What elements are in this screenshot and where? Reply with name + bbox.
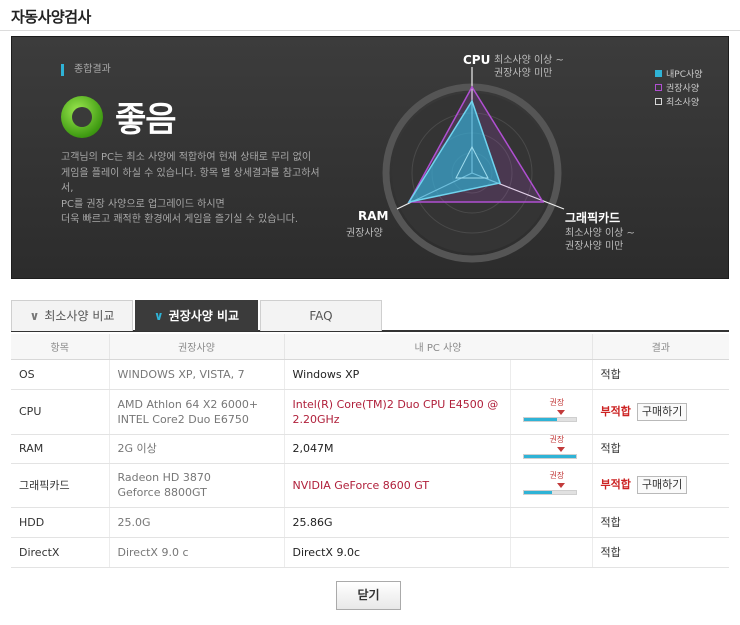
cell-mine: DirectX 9.0c: [283, 537, 510, 568]
radar-axis-note-cpu: 최소사양 이상 ~ 권장사양 미만: [494, 55, 564, 79]
cell-mine: 2,047M: [283, 434, 510, 464]
summary-panel: 종합결과 좋음 고객님의 PC는 최소 사양에 적합하여 현재 상태로 무리 없…: [11, 36, 729, 279]
legend-item-mypc: 내PC사양: [655, 66, 703, 80]
meter-bar: [522, 416, 577, 422]
meter-fill: [523, 491, 553, 494]
result-label: 부적합: [600, 478, 631, 491]
tab-label: FAQ: [309, 309, 333, 323]
table-row: CPU AMD Athlon 64 X2 6000+ INTEL Core2 Du…: [11, 389, 730, 435]
legend-label: 최소사양: [666, 97, 700, 108]
cell-recommended: 25.0G: [108, 507, 284, 538]
page-title: 자동사양검사: [11, 8, 91, 26]
meter-marker-icon: [556, 446, 565, 452]
cell-recommended: DirectX 9.0 c: [108, 537, 284, 568]
cell-result: 부적합 구매하기: [591, 389, 730, 435]
result-label: 적합: [600, 367, 621, 381]
col-header-mine: 내 PC 사양: [283, 334, 593, 360]
legend-label: 내PC사양: [666, 69, 703, 80]
buy-button[interactable]: 구매하기: [636, 476, 688, 494]
tab-label: 권장사양 비교: [168, 309, 240, 323]
title-divider: [0, 30, 740, 31]
result-label: 적합: [600, 442, 621, 455]
cell-meter: [509, 359, 593, 390]
legend-swatch: [655, 69, 662, 77]
tab-label: 최소사양 비교: [44, 309, 115, 323]
cell-meter: 권장: [509, 389, 593, 435]
tab-minimum-spec[interactable]: ∨ 최소사양 비교: [11, 300, 133, 331]
table-row: RAM 2G 이상 2,047M 권장적합: [11, 434, 730, 464]
cell-item: 그래픽카드: [11, 463, 109, 508]
table-row: HDD 25.0G 25.86G 적합: [11, 507, 730, 538]
legend-swatch: [655, 83, 662, 91]
col-header-item: 항목: [11, 334, 109, 360]
legend-item-minimum: 최소사양: [655, 94, 703, 108]
close-button[interactable]: 닫기: [336, 581, 401, 610]
spec-comparison-table: 항목 권장사양 내 PC 사양 결과 OS WINDOWS XP, VISTA, …: [11, 334, 730, 568]
buy-button[interactable]: 구매하기: [636, 402, 688, 421]
radar-axis-note-ram: 권장사양: [346, 228, 383, 239]
col-header-recommended: 권장사양: [108, 334, 284, 360]
result-label: 적합: [600, 515, 621, 529]
cell-item: CPU: [11, 389, 109, 435]
cell-recommended: AMD Athlon 64 X2 6000+ INTEL Core2 Duo E…: [108, 389, 284, 435]
cell-result: 적합: [591, 359, 730, 390]
cell-recommended: Radeon HD 3870 Geforce 8800GT: [108, 463, 284, 508]
cell-mine: 25.86G: [283, 507, 510, 538]
meter-bar: [522, 490, 577, 495]
result-label: 부적합: [600, 404, 631, 418]
result-label: 적합: [600, 545, 621, 559]
cell-item: RAM: [11, 434, 109, 464]
cell-meter: 권장: [509, 434, 593, 464]
radar-axis-label-cpu: CPU: [463, 53, 491, 67]
cell-result: 적합: [591, 537, 730, 568]
table-row: DirectX DirectX 9.0 c DirectX 9.0c 적합: [11, 537, 730, 568]
cell-meter: 권장: [509, 463, 593, 508]
radar-axis-label-graphics: 그래픽카드: [565, 211, 621, 225]
cell-mine: NVIDIA GeForce 8600 GT: [283, 463, 510, 508]
meter-label: 권장: [549, 471, 565, 480]
cell-result: 적합: [591, 507, 730, 538]
cell-result: 적합: [591, 434, 730, 464]
radar-legend: 내PC사양 권장사양 최소사양: [655, 66, 703, 108]
comparison-tabs: ∨ 최소사양 비교 ∨ 권장사양 비교 FAQ: [11, 300, 729, 332]
chevron-down-icon: ∨: [153, 309, 164, 323]
meter-marker-icon: [556, 409, 565, 415]
table-row: 그래픽카드 Radeon HD 3870 Geforce 8800GT NVIDIA…: [11, 463, 730, 508]
spec-meter: 권장: [519, 435, 584, 463]
table-row: OS WINDOWS XP, VISTA, 7 Windows XP 적합: [11, 359, 730, 390]
radar-axis-label-ram: RAM: [358, 209, 389, 223]
meter-bar: [522, 453, 577, 459]
meter-label: 권장: [549, 397, 565, 407]
meter-label: 권장: [549, 434, 565, 444]
legend-label: 권장사양: [666, 83, 700, 94]
cell-item: DirectX: [11, 537, 109, 568]
meter-marker-icon: [556, 483, 565, 488]
cell-recommended: 2G 이상: [108, 434, 284, 464]
legend-item-recommended: 권장사양: [655, 80, 703, 94]
cell-recommended: WINDOWS XP, VISTA, 7: [108, 359, 284, 390]
cell-item: HDD: [11, 507, 109, 538]
tab-recommended-spec[interactable]: ∨ 권장사양 비교: [135, 300, 258, 331]
chevron-down-icon: ∨: [29, 309, 40, 323]
meter-fill: [523, 417, 558, 421]
cell-meter: [509, 507, 593, 538]
cell-mine: Intel(R) Core(TM)2 Duo CPU E4500 @ 2.20G…: [283, 389, 510, 435]
radar-axis-note-graphics: 최소사양 이상 ~ 권장사양 미만: [565, 228, 635, 252]
legend-swatch: [655, 97, 662, 105]
cell-meter: [509, 537, 593, 568]
cell-mine: Windows XP: [283, 359, 510, 390]
cell-result: 부적합 구매하기: [591, 463, 730, 508]
cell-item: OS: [11, 359, 109, 390]
meter-fill: [523, 454, 576, 458]
tab-faq[interactable]: FAQ: [260, 300, 382, 331]
spec-meter: 권장: [519, 471, 584, 499]
spec-meter: 권장: [519, 398, 584, 426]
col-header-result: 결과: [591, 334, 730, 360]
table-header-row: 항목 권장사양 내 PC 사양 결과: [11, 334, 730, 360]
